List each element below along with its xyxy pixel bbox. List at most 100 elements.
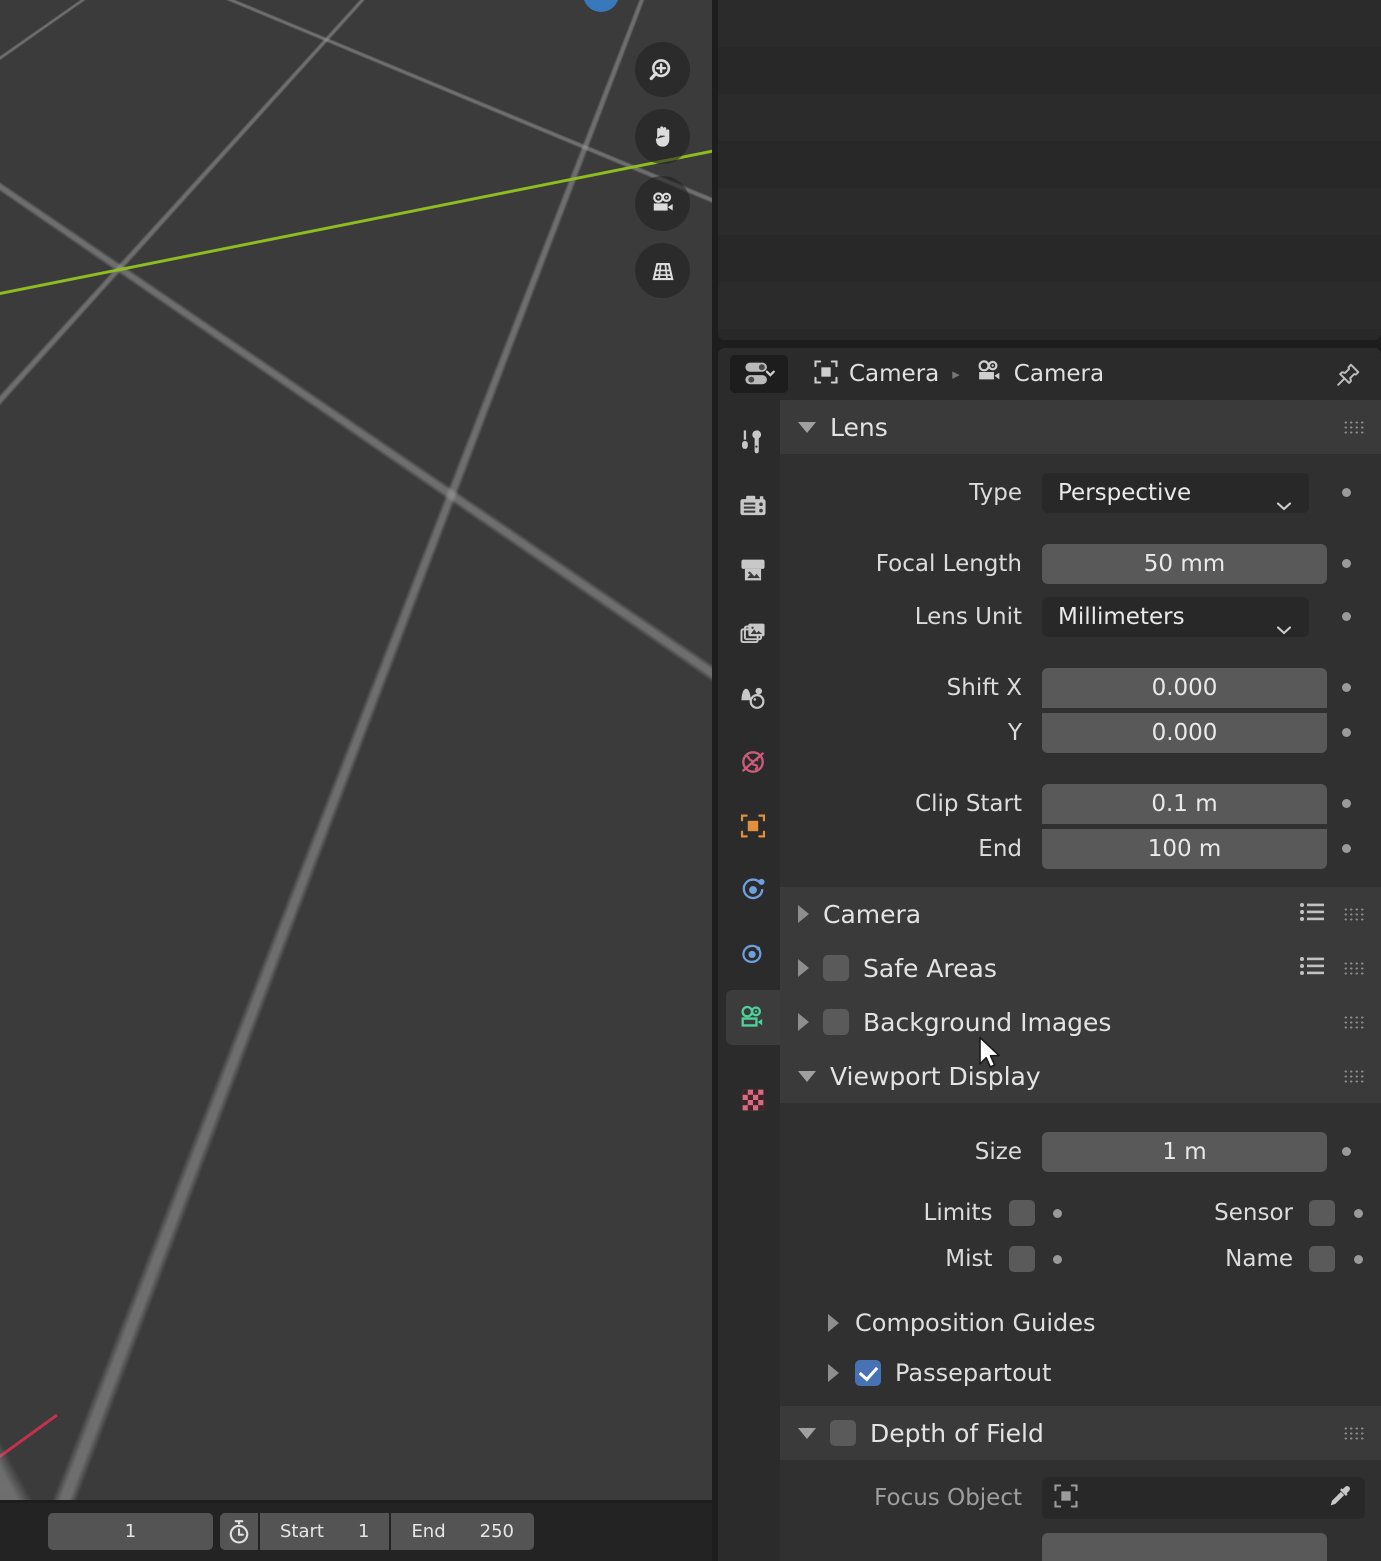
- sidebar-item-object-data-camera[interactable]: [726, 990, 781, 1045]
- sidebar-item-render[interactable]: [726, 478, 781, 533]
- animate-decorator[interactable]: [1327, 844, 1365, 853]
- input-shift-y[interactable]: 0.000: [1042, 713, 1327, 753]
- input-clip-end[interactable]: 100 m: [1042, 829, 1327, 869]
- animate-decorator[interactable]: [1327, 488, 1365, 497]
- panel-header-camera[interactable]: Camera: [780, 887, 1381, 941]
- subpanel-passepartout[interactable]: Passepartout: [780, 1348, 1381, 1398]
- drag-grip-icon[interactable]: [1343, 907, 1365, 921]
- object-data-icon: [812, 358, 840, 390]
- animate-decorator[interactable]: [1335, 1255, 1381, 1264]
- preset-list-icon[interactable]: [1299, 901, 1327, 927]
- input-dof-extra[interactable]: [1042, 1533, 1327, 1561]
- checkbox-mist[interactable]: [1009, 1246, 1035, 1272]
- panel-title-safe-areas: Safe Areas: [863, 954, 997, 983]
- label-sensor: Sensor: [1081, 1200, 1310, 1226]
- drag-grip-icon[interactable]: [1343, 961, 1365, 975]
- sidebar-item-scene[interactable]: [726, 670, 781, 725]
- panel-header-safe-areas[interactable]: Safe Areas: [780, 941, 1381, 995]
- drag-grip-icon[interactable]: [1343, 1015, 1365, 1029]
- input-shift-x[interactable]: 0.000: [1042, 668, 1327, 708]
- checkbox-sensor[interactable]: [1309, 1200, 1335, 1226]
- outliner-row: [718, 0, 1381, 47]
- preset-list-icon[interactable]: [1299, 955, 1327, 981]
- subpanel-composition-guides[interactable]: Composition Guides: [780, 1298, 1381, 1348]
- camera-icon[interactable]: [635, 176, 690, 231]
- outliner-row: [718, 235, 1381, 282]
- animate-decorator[interactable]: [1327, 612, 1365, 621]
- viewport-display-content: Size 1 m Limits Sensor Mist Name Composi…: [780, 1103, 1381, 1406]
- panel-header-viewport-display[interactable]: Viewport Display: [780, 1049, 1381, 1103]
- panel-header-background-images[interactable]: Background Images: [780, 995, 1381, 1049]
- panel-title-viewport-display: Viewport Display: [830, 1062, 1041, 1091]
- sidebar-item-tool[interactable]: [726, 414, 781, 469]
- sidebar-item-world[interactable]: [726, 734, 781, 789]
- input-clip-start[interactable]: 0.1 m: [1042, 784, 1327, 824]
- input-display-size[interactable]: 1 m: [1042, 1132, 1327, 1172]
- label-shift-y: Y: [780, 720, 1042, 746]
- checkbox-background-images[interactable]: [823, 1009, 849, 1035]
- animate-decorator[interactable]: [1327, 799, 1365, 808]
- row-shift-y: Y 0.000: [780, 710, 1381, 755]
- animate-decorator[interactable]: [1327, 728, 1365, 737]
- checkbox-depth-of-field[interactable]: [830, 1420, 856, 1446]
- label-lens-unit: Lens Unit: [780, 604, 1042, 630]
- panel-header-lens[interactable]: Lens: [780, 400, 1381, 454]
- sidebar-item-constraints[interactable]: [726, 926, 781, 981]
- chevron-down-icon: [1275, 620, 1293, 639]
- sidebar-item-output[interactable]: [726, 542, 781, 597]
- frame-start-value: 1: [358, 1521, 369, 1542]
- sidebar-item-view-layer[interactable]: [726, 606, 781, 661]
- current-frame-field[interactable]: 1: [48, 1513, 213, 1550]
- row-limits-sensor: Limits Sensor: [780, 1190, 1381, 1236]
- animate-decorator[interactable]: [1035, 1255, 1081, 1264]
- label-clip-end: End: [780, 836, 1042, 862]
- label-composition-guides: Composition Guides: [855, 1309, 1096, 1337]
- zoom-icon[interactable]: [635, 42, 690, 97]
- outliner-editor[interactable]: [718, 0, 1381, 340]
- sidebar-item-object[interactable]: [726, 798, 781, 853]
- input-focal-length[interactable]: 50 mm: [1042, 544, 1327, 584]
- properties-editor-icon[interactable]: [730, 355, 788, 393]
- frame-start-field[interactable]: Start 1: [260, 1513, 389, 1550]
- animate-decorator[interactable]: [1327, 1147, 1365, 1156]
- label-limits: Limits: [780, 1200, 1009, 1226]
- 3d-viewport[interactable]: [0, 0, 712, 1500]
- lens-panel-content: Type Perspective Focal Length 50 mm Lens…: [780, 454, 1381, 887]
- checkbox-passepartout[interactable]: [855, 1360, 881, 1386]
- sidebar-item-modifiers[interactable]: [726, 862, 781, 917]
- animate-decorator[interactable]: [1035, 1209, 1081, 1218]
- mouse-cursor: [978, 1036, 1004, 1076]
- hand-icon[interactable]: [635, 109, 690, 164]
- drag-grip-icon[interactable]: [1343, 1426, 1365, 1440]
- checkbox-safe-areas[interactable]: [823, 955, 849, 981]
- eyedropper-icon[interactable]: [1327, 1483, 1353, 1513]
- chevron-down-icon: [1275, 496, 1293, 515]
- animate-decorator[interactable]: [1335, 1209, 1381, 1218]
- row-lens-type: Type Perspective: [780, 470, 1381, 515]
- grid-perspective-icon[interactable]: [635, 243, 690, 298]
- outliner-row: [718, 329, 1381, 340]
- chevron-down-icon: [798, 422, 816, 433]
- pin-icon[interactable]: [1331, 358, 1365, 392]
- animate-decorator[interactable]: [1327, 559, 1365, 568]
- row-clip-start: Clip Start 0.1 m: [780, 781, 1381, 826]
- checkbox-name[interactable]: [1309, 1246, 1335, 1272]
- panel-header-depth-of-field[interactable]: Depth of Field: [780, 1406, 1381, 1460]
- checkbox-limits[interactable]: [1009, 1200, 1035, 1226]
- drag-grip-icon[interactable]: [1343, 420, 1365, 434]
- sidebar-item-texture[interactable]: [726, 1072, 781, 1127]
- drag-grip-icon[interactable]: [1343, 1069, 1365, 1083]
- outliner-row: [718, 141, 1381, 188]
- breadcrumb-data-name[interactable]: Camera: [1014, 361, 1104, 387]
- properties-tab-rail: [718, 400, 780, 1561]
- frame-end-field[interactable]: End 250: [391, 1513, 534, 1550]
- chevron-right-icon: [798, 959, 809, 977]
- breadcrumb-object-name[interactable]: Camera: [849, 361, 939, 387]
- dropdown-lens-unit[interactable]: Millimeters: [1042, 597, 1309, 637]
- stopwatch-icon[interactable]: [220, 1513, 258, 1550]
- input-focus-object[interactable]: [1042, 1477, 1365, 1519]
- outliner-row: [718, 47, 1381, 94]
- animate-decorator[interactable]: [1327, 683, 1365, 692]
- outliner-row: [718, 94, 1381, 141]
- dropdown-lens-type[interactable]: Perspective: [1042, 473, 1309, 513]
